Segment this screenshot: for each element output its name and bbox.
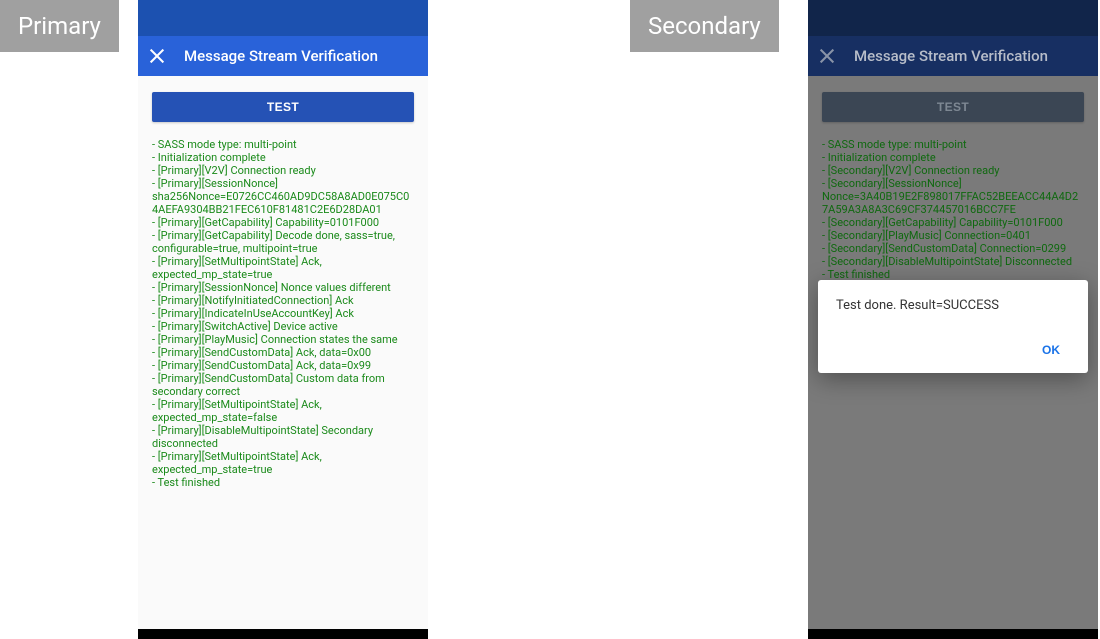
- dialog-message: Test done. Result=SUCCESS: [836, 298, 1070, 313]
- log-line: - [Secondary][DisableMultipointState] Di…: [822, 255, 1084, 268]
- result-dialog: Test done. Result=SUCCESS OK: [818, 280, 1088, 373]
- log-line: - [Primary][DisableMultipointState] Seco…: [152, 424, 414, 450]
- nav-bar: [138, 629, 428, 639]
- log-line: - [Primary][GetCapability] Capability=01…: [152, 216, 414, 229]
- log-line: - [Primary][SessionNonce] sha256Nonce=E0…: [152, 177, 414, 216]
- log-line: - [Secondary][V2V] Connection ready: [822, 164, 1084, 177]
- log-line: - [Primary][PlayMusic] Connection states…: [152, 333, 414, 346]
- log-line: - [Primary][SendCustomData] Custom data …: [152, 372, 414, 398]
- log-output: - SASS mode type: multi-point - Initiali…: [822, 138, 1084, 281]
- status-bar: [808, 0, 1098, 36]
- log-line: - Test finished: [152, 476, 414, 489]
- log-line: - SASS mode type: multi-point: [822, 138, 1084, 151]
- device-secondary: Message Stream Verification TEST - SASS …: [808, 0, 1098, 639]
- device-primary: Message Stream Verification TEST - SASS …: [138, 0, 428, 639]
- log-line: - [Primary][SendCustomData] Ack, data=0x…: [152, 346, 414, 359]
- log-line: - [Secondary][SessionNonce] Nonce=3A40B1…: [822, 177, 1084, 216]
- dialog-actions: OK: [836, 337, 1070, 363]
- page-title: Message Stream Verification: [184, 47, 378, 65]
- log-line: - [Secondary][PlayMusic] Connection=0401: [822, 229, 1084, 242]
- app-bar: Message Stream Verification: [138, 36, 428, 76]
- badge-secondary: Secondary: [630, 0, 779, 52]
- content-area: TEST - SASS mode type: multi-point - Ini…: [138, 76, 428, 629]
- log-line: - [Primary][SetMultipointState] Ack, exp…: [152, 255, 414, 281]
- nav-bar: [808, 629, 1098, 639]
- log-line: - [Primary][SessionNonce] Nonce values d…: [152, 281, 414, 294]
- status-bar: [138, 0, 428, 36]
- log-line: - [Secondary][SendCustomData] Connection…: [822, 242, 1084, 255]
- log-line: - [Primary][SetMultipointState] Ack, exp…: [152, 398, 414, 424]
- log-line: - SASS mode type: multi-point: [152, 138, 414, 151]
- page-title: Message Stream Verification: [854, 47, 1048, 65]
- log-line: - [Primary][SwitchActive] Device active: [152, 320, 414, 333]
- close-icon[interactable]: [148, 47, 166, 65]
- log-line: - [Primary][SendCustomData] Ack, data=0x…: [152, 359, 414, 372]
- log-output: - SASS mode type: multi-point - Initiali…: [152, 138, 414, 489]
- test-button: TEST: [822, 92, 1084, 122]
- close-icon[interactable]: [818, 47, 836, 65]
- app-bar: Message Stream Verification: [808, 36, 1098, 76]
- test-button[interactable]: TEST: [152, 92, 414, 122]
- content-area: TEST - SASS mode type: multi-point - Ini…: [808, 76, 1098, 629]
- log-line: - [Primary][IndicateInUseAccountKey] Ack: [152, 307, 414, 320]
- log-line: - Initialization complete: [822, 151, 1084, 164]
- badge-primary: Primary: [0, 0, 119, 52]
- log-line: - [Primary][NotifyInitiatedConnection] A…: [152, 294, 414, 307]
- ok-button[interactable]: OK: [1032, 337, 1070, 363]
- log-line: - [Primary][GetCapability] Decode done, …: [152, 229, 414, 255]
- log-line: - [Primary][SetMultipointState] Ack, exp…: [152, 450, 414, 476]
- log-line: - Initialization complete: [152, 151, 414, 164]
- log-line: - [Primary][V2V] Connection ready: [152, 164, 414, 177]
- log-line: - [Secondary][GetCapability] Capability=…: [822, 216, 1084, 229]
